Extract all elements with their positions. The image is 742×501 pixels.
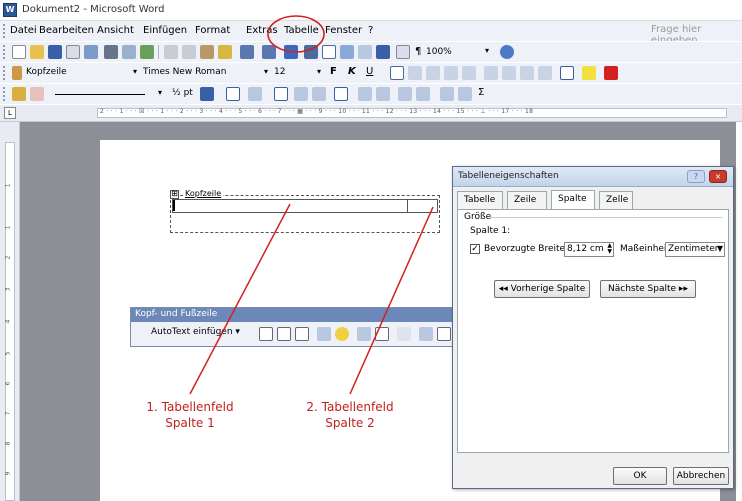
previous-column-label: Vorherige Spalte: [510, 284, 586, 294]
cancel-button[interactable]: Abbrechen: [673, 467, 729, 485]
annotation-column-1: 1. Tabellenfeld Spalte 1: [120, 399, 260, 431]
double-arrow-right-icon: ▸▸: [678, 284, 688, 294]
tab-tabelle[interactable]: Tabelle: [457, 191, 503, 209]
unit-select[interactable]: Zentimeter ▼: [665, 242, 725, 257]
tab-zeile[interactable]: Zeile: [507, 191, 547, 209]
chevron-down-icon: ▼: [716, 244, 723, 253]
highlight-circle-tabelle-menu: [267, 15, 325, 53]
column-number-label: Spalte 1:: [470, 226, 511, 236]
annotation-pointer-column-2: [349, 206, 434, 395]
spinner-arrows-icon[interactable]: ▲ ▼: [607, 243, 612, 255]
dialog-title: Tabelleneigenschaften: [458, 171, 559, 181]
preferred-width-value: 8,12 cm: [567, 244, 604, 254]
ok-button[interactable]: OK: [613, 467, 667, 485]
column-tab-panel: Größe Spalte 1: ✓ Bevorzugte Breite: 8,1…: [457, 209, 729, 453]
annotation-text: 2. Tabellenfeld: [306, 400, 394, 414]
next-column-label: Nächste Spalte: [608, 284, 677, 294]
previous-column-button[interactable]: ◂◂ Vorherige Spalte: [494, 280, 590, 298]
preferred-width-checkbox[interactable]: ✓: [470, 244, 480, 254]
double-arrow-left-icon: ◂◂: [498, 284, 508, 294]
dialog-title-bar[interactable]: Tabelleneigenschaften ? ×: [453, 167, 733, 187]
next-column-button[interactable]: Nächste Spalte ▸▸: [600, 280, 696, 298]
group-divider: [490, 217, 722, 218]
size-group-label: Größe: [464, 212, 492, 222]
dialog-close-button[interactable]: ×: [709, 170, 727, 183]
annotation-text: Spalte 2: [325, 416, 375, 430]
tab-zelle[interactable]: Zelle: [599, 191, 633, 209]
table-properties-dialog: Tabelleneigenschaften ? × Tabelle Zeile …: [452, 166, 734, 489]
preferred-width-label: Bevorzugte Breite:: [484, 244, 569, 254]
dialog-help-button[interactable]: ?: [687, 170, 705, 183]
unit-value: Zentimeter: [668, 244, 719, 254]
preferred-width-spinner[interactable]: 8,12 cm ▲ ▼: [564, 242, 614, 257]
annotation-text: Spalte 1: [165, 416, 215, 430]
annotation-text: 1. Tabellenfeld: [146, 400, 234, 414]
annotation-pointer-column-1: [189, 203, 291, 395]
tab-spalte[interactable]: Spalte: [551, 190, 595, 209]
annotation-column-2: 2. Tabellenfeld Spalte 2: [280, 399, 420, 431]
